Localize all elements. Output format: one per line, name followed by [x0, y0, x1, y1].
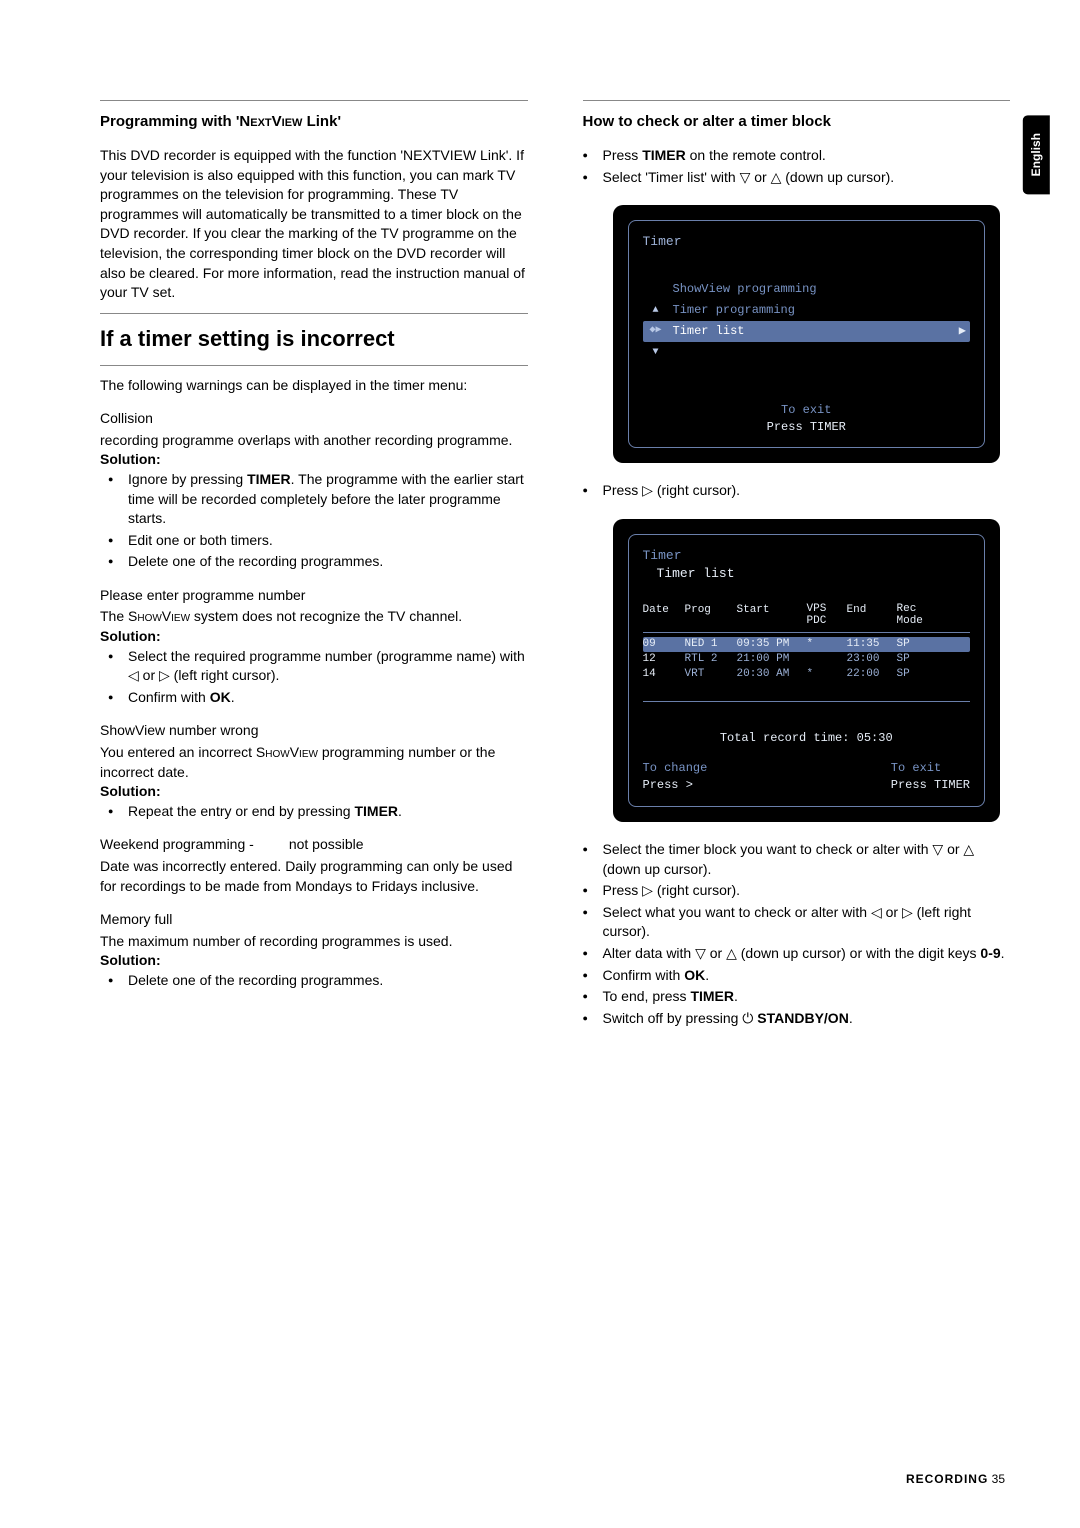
osd-title: Timer: [643, 233, 971, 251]
table-row: 12 RTL 2 21:00 PM 23:00 SP: [643, 652, 971, 667]
list-item: Select 'Timer list' with ▽ or △ (down up…: [603, 168, 1011, 188]
memory-title: Memory full: [100, 910, 528, 930]
weekend-title: Weekend programming - not possible: [100, 835, 528, 855]
right-title: How to check or alter a timer block: [583, 111, 1011, 132]
left-desc-1: This DVD recorder is equipped with the f…: [100, 146, 528, 303]
osd-crumb2: Timer list: [643, 565, 971, 583]
list-item: Ignore by pressing TIMER. The programme …: [128, 470, 528, 529]
memory-solution-label: Solution:: [100, 951, 528, 971]
left-right-icon: ◆▶: [647, 324, 665, 338]
list-item: Edit one or both timers.: [128, 531, 528, 551]
down-triangle-icon: ▼: [647, 346, 665, 360]
play-icon: ▶: [959, 323, 966, 340]
step2: Press ▷ (right cursor).: [583, 481, 1011, 501]
warn-intro: The following warnings can be displayed …: [100, 376, 528, 396]
showview-solution-label: Solution:: [100, 782, 528, 802]
left-column: Programming with 'NextView Link' This DV…: [100, 100, 528, 1030]
list-item: Select the required programme number (pr…: [128, 647, 528, 686]
memory-list: Delete one of the recording programmes.: [100, 971, 528, 991]
list-item: To end, press TIMER.: [603, 987, 1011, 1007]
collision-text: recording programme overlaps with anothe…: [100, 431, 528, 451]
up-triangle-icon: ▲: [647, 304, 665, 318]
osd-change-label: To change: [643, 760, 708, 777]
list-item: Select the timer block you want to check…: [603, 840, 1011, 879]
osd-item: Timer programming: [673, 302, 795, 319]
table-row: 09 NED 1 09:35 PM * 11:35 SP: [643, 637, 971, 652]
osd-timer-list: Timer Timer list Date Prog Start VPSPDC …: [613, 519, 1001, 822]
osd-crumb1: Timer: [643, 547, 971, 565]
weekend-text: Date was incorrectly entered. Daily prog…: [100, 857, 528, 896]
list-item: Repeat the entry or end by pressing TIME…: [128, 802, 528, 822]
showview-list: Repeat the entry or end by pressing TIME…: [100, 802, 528, 822]
osd-exit2-label: To exit: [891, 760, 970, 777]
osd-exit-action: Press TIMER: [643, 419, 971, 436]
heading-incorrect: If a timer setting is incorrect: [100, 324, 528, 355]
memory-text: The maximum number of recording programm…: [100, 932, 528, 952]
please-enter-title: Please enter programme number: [100, 586, 528, 606]
list-item: Alter data with ▽ or △ (down up cursor) …: [603, 944, 1011, 964]
please-enter-text: The ShowView system does not recognize t…: [100, 607, 528, 627]
list-item: Switch off by pressing ⏻ STANDBY/ON.: [603, 1009, 1011, 1029]
osd-timer-menu: Timer ShowView programming ▲ Timer progra…: [613, 205, 1001, 463]
osd-exit-label: To exit: [643, 402, 971, 419]
table-header: Date Prog Start VPSPDC End RecMode: [643, 603, 971, 627]
osd-exit2-action: Press TIMER: [891, 777, 970, 794]
steps3: Select the timer block you want to check…: [583, 840, 1011, 1028]
page-footer: RECORDING 35: [906, 1471, 1005, 1488]
showview-wrong-text: You entered an incorrect ShowView progra…: [100, 743, 528, 782]
list-item: Select what you want to check or alter w…: [603, 903, 1011, 942]
osd-item-selected: Timer list: [673, 323, 745, 340]
left-title-1: Programming with 'NextView Link': [100, 111, 528, 132]
please-solution-label: Solution:: [100, 627, 528, 647]
list-item: Delete one of the recording programmes.: [128, 552, 528, 572]
osd-change-action: Press >: [643, 777, 708, 794]
collision-solution-label: Solution:: [100, 450, 528, 470]
list-item: Confirm with OK.: [603, 966, 1011, 986]
collision-list: Ignore by pressing TIMER. The programme …: [100, 470, 528, 572]
list-item: Press ▷ (right cursor).: [603, 481, 1011, 501]
showview-wrong-title: ShowView number wrong: [100, 721, 528, 741]
please-list: Select the required programme number (pr…: [100, 647, 528, 708]
right-column: How to check or alter a timer block Pres…: [583, 100, 1011, 1030]
list-item: Confirm with OK.: [128, 688, 528, 708]
list-item: Press ▷ (right cursor).: [603, 881, 1011, 901]
table-row: 14 VRT 20:30 AM * 22:00 SP: [643, 667, 971, 682]
list-item: Press TIMER on the remote control.: [603, 146, 1011, 166]
language-tab: English: [1023, 115, 1050, 194]
steps1: Press TIMER on the remote control. Selec…: [583, 146, 1011, 187]
osd-item: ShowView programming: [673, 281, 817, 298]
collision-title: Collision: [100, 409, 528, 429]
osd-total: Total record time: 05:30: [643, 730, 971, 747]
list-item: Delete one of the recording programmes.: [128, 971, 528, 991]
